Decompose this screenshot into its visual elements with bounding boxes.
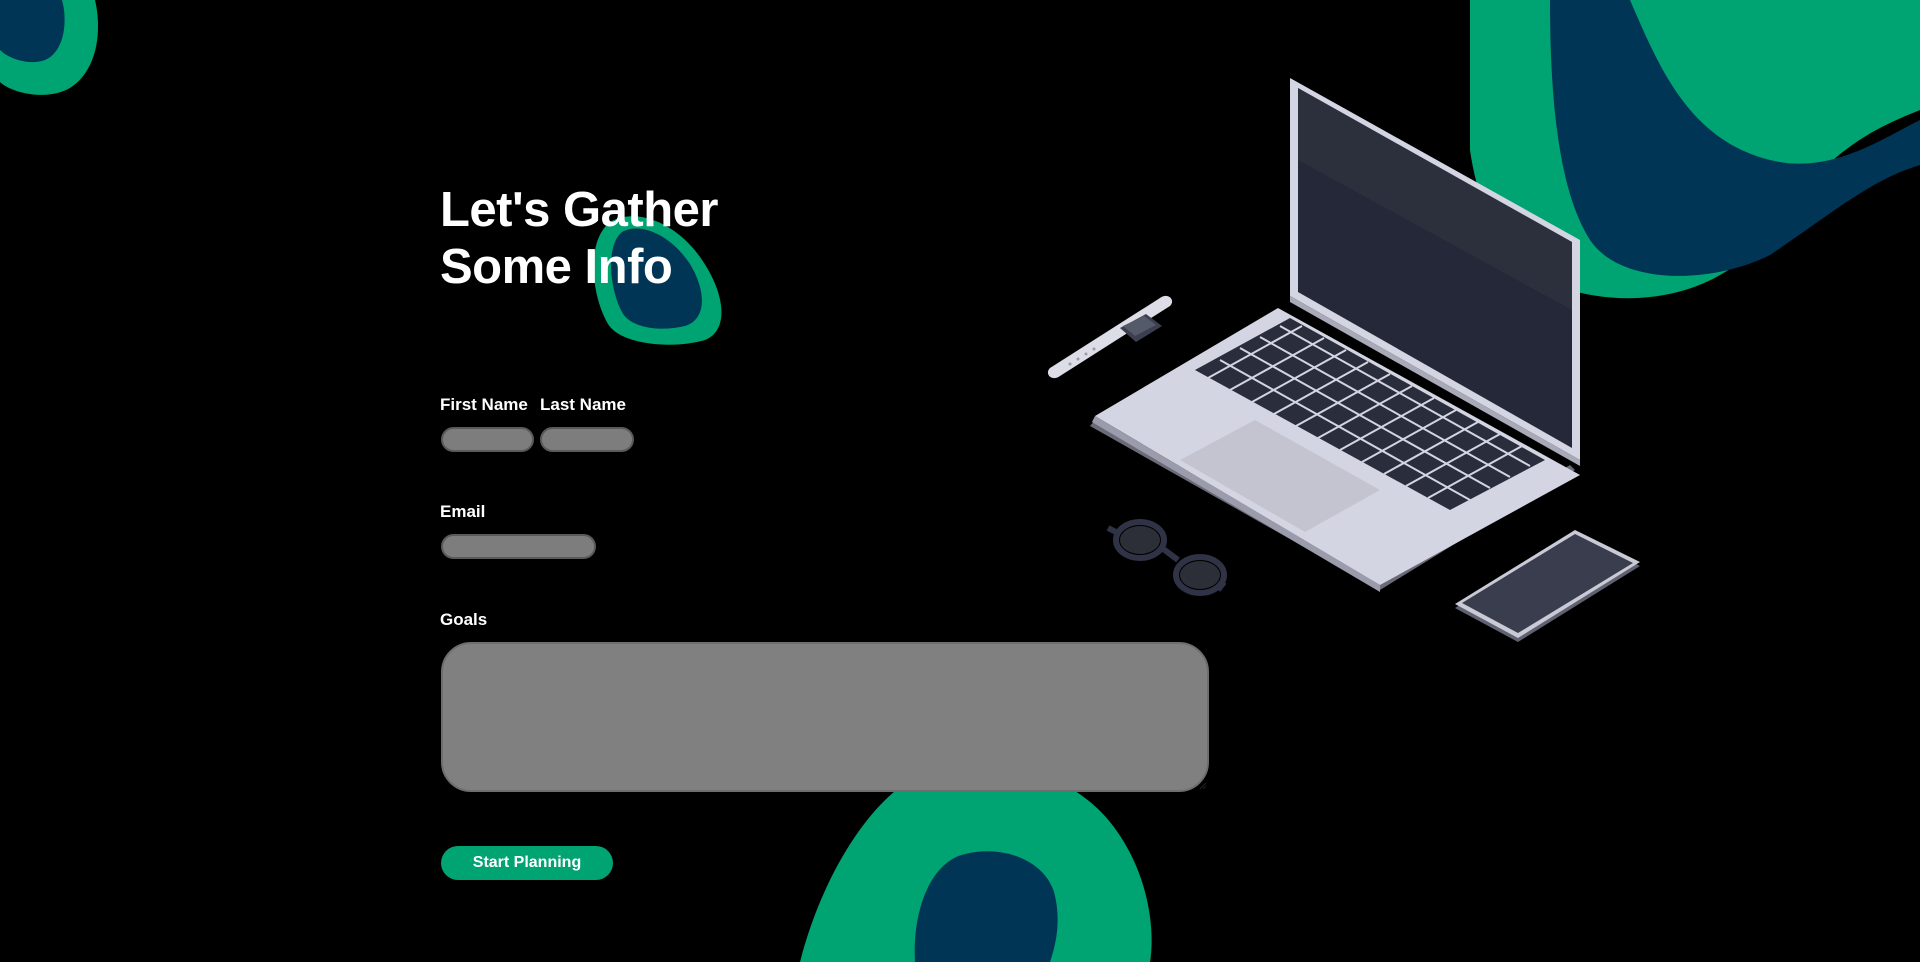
last-name-label: Last Name (540, 395, 626, 414)
laptop-illustration (1090, 78, 1580, 592)
smartphone-illustration (1455, 530, 1640, 642)
page-title: Let's Gather Some Info (440, 182, 718, 296)
email-label: Email (440, 502, 486, 521)
resize-grip-icon[interactable] (1199, 782, 1207, 790)
goals-textarea[interactable] (441, 642, 1209, 792)
first-name-label: First Name (440, 395, 528, 414)
page-title-line-2: Some Info (440, 240, 673, 294)
desk-illustration (1047, 78, 1640, 642)
smartwatch-illustration (1047, 295, 1173, 379)
page-title-line-1: Let's Gather (440, 183, 718, 237)
email-input[interactable] (441, 534, 596, 559)
page: Let's Gather Some Info First Name Last N… (0, 0, 1920, 962)
blob-top-left (0, 0, 99, 95)
start-planning-button[interactable]: Start Planning (441, 846, 613, 880)
goals-label: Goals (440, 610, 488, 629)
last-name-input[interactable] (540, 427, 634, 452)
blob-bottom-center (800, 762, 1152, 962)
first-name-input[interactable] (441, 427, 534, 452)
